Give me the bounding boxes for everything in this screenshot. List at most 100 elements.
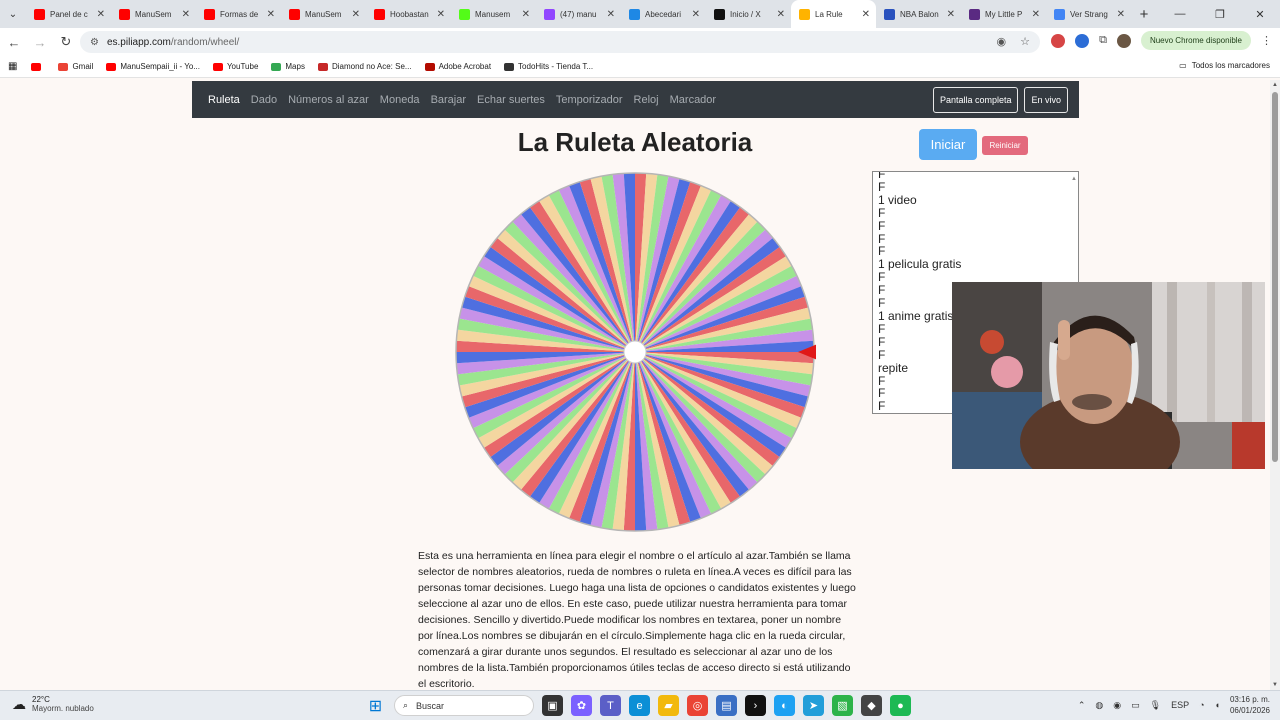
minimize-icon[interactable]: — (1160, 0, 1200, 28)
file-explorer-icon[interactable]: ▰ (658, 695, 679, 716)
close-tab-icon[interactable]: ✕ (947, 9, 955, 20)
tracking-off-icon[interactable]: ◉ (997, 35, 1007, 48)
all-bookmarks[interactable]: ▭ Todos los marcadores (1179, 61, 1270, 70)
name-line: F (878, 205, 886, 220)
restore-icon[interactable]: ❐ (1200, 0, 1240, 28)
browser-tab[interactable]: (47) manu ✕ (536, 0, 621, 28)
nav-link[interactable]: Echar suertes (477, 94, 545, 106)
start-button[interactable]: Iniciar (919, 129, 977, 160)
copilot-icon[interactable]: ✿ (571, 695, 592, 716)
nav-link[interactable]: Moneda (380, 94, 420, 106)
close-tab-icon[interactable]: ✕ (862, 9, 870, 20)
browser-tab[interactable]: Inicio / X ✕ (706, 0, 791, 28)
bookmark-item[interactable]: Maps (271, 62, 305, 71)
system-clock[interactable]: 03:16 p. m. 06/01/2026 (1230, 694, 1270, 716)
edge-icon[interactable]: e (629, 695, 650, 716)
nav-link[interactable]: Marcador (670, 94, 716, 106)
bookmark-item[interactable] (31, 62, 45, 71)
telegram-icon[interactable]: ➤ (803, 695, 824, 716)
app-icon[interactable]: ◆ (861, 695, 882, 716)
close-tab-icon[interactable]: ✕ (352, 9, 360, 20)
chrome-icon[interactable]: ◎ (687, 695, 708, 716)
site-info-icon[interactable]: ⚙ (90, 37, 99, 48)
bookmark-item[interactable]: TodoHits - Tienda T... (504, 62, 593, 71)
app-icon[interactable]: ● (890, 695, 911, 716)
nav-link[interactable]: Reloj (634, 94, 659, 106)
language-indicator[interactable]: ESP (1171, 700, 1189, 710)
page-scrollbar[interactable]: ▲ ▼ (1270, 80, 1280, 690)
extensions-puzzle-icon[interactable]: ⧉ (1099, 34, 1107, 47)
reset-button[interactable]: Reiniciar (982, 136, 1028, 155)
browser-tab[interactable]: ManuSem ✕ (111, 0, 196, 28)
nav-link[interactable]: Dado (251, 94, 277, 106)
tray-chevron-icon[interactable]: ⌃ (1078, 700, 1086, 711)
bookmark-label: Gmail (72, 62, 94, 71)
app-icon[interactable]: ◐ (774, 695, 795, 716)
browser-tab[interactable]: ManuSem ✕ (281, 0, 366, 28)
forward-icon[interactable]: → (28, 30, 52, 54)
calculator-icon[interactable]: ▤ (716, 695, 737, 716)
close-window-icon[interactable]: ✕ (1240, 0, 1280, 28)
extension-icon[interactable] (1051, 33, 1066, 48)
terminal-icon[interactable]: › (745, 695, 766, 716)
nav-link[interactable]: Ruleta (208, 94, 240, 106)
close-tab-icon[interactable]: ✕ (692, 9, 700, 20)
taskbar-search[interactable]: ⌕ Buscar (394, 695, 534, 716)
bookmark-item[interactable]: ManuSempaii_ii - Yo... (106, 62, 200, 71)
close-tab-icon[interactable]: ✕ (607, 9, 615, 20)
close-tab-icon[interactable]: ✕ (97, 9, 105, 20)
weather-widget[interactable]: ☁ 22°C Mayorm. nublado (12, 695, 94, 713)
wifi-icon[interactable]: ◔ (1199, 700, 1204, 710)
close-tab-icon[interactable]: ✕ (1117, 9, 1125, 20)
browser-tab[interactable]: La Rule ✕ (791, 0, 876, 28)
fullscreen-button[interactable]: Pantalla completa (932, 87, 1019, 113)
scrollbar-thumb[interactable] (1272, 92, 1278, 462)
app-icon[interactable]: ▧ (832, 695, 853, 716)
close-tab-icon[interactable]: ✕ (437, 9, 445, 20)
new-tab-button[interactable]: + (1131, 6, 1157, 23)
live-button[interactable]: En vivo (1024, 87, 1068, 113)
task-view-icon[interactable]: ▣ (542, 695, 563, 716)
bookmark-item[interactable]: YouTube (212, 62, 258, 71)
tab-search-icon[interactable]: ⌄ (0, 0, 26, 28)
browser-tab[interactable]: Manusem ✕ (451, 0, 536, 28)
nav-link[interactable]: Barajar (431, 94, 466, 106)
back-icon[interactable]: ← (2, 30, 26, 54)
chrome-update-button[interactable]: Nuevo Chrome disponible (1140, 31, 1251, 50)
windows-start-icon[interactable]: ⊞ (365, 695, 386, 716)
volume-icon[interactable]: ◖ (1215, 700, 1220, 710)
browser-tab[interactable]: Hoobastan ✕ (366, 0, 451, 28)
extension-icon[interactable] (1075, 33, 1090, 48)
tray-app-icon[interactable]: ◍ (1095, 700, 1103, 711)
close-tab-icon[interactable]: ✕ (267, 9, 275, 20)
browser-tab[interactable]: Formas de ✕ (196, 0, 281, 28)
mic-icon[interactable]: 🎙 (1150, 700, 1161, 711)
profile-avatar[interactable] (1116, 33, 1131, 48)
scroll-down-icon[interactable]: ▼ (1272, 682, 1278, 688)
browser-tab[interactable]: My Little P ✕ (961, 0, 1046, 28)
close-tab-icon[interactable]: ✕ (182, 9, 190, 20)
nav-link[interactable]: Números al azar (288, 94, 369, 106)
bookmark-item[interactable]: Gmail (58, 62, 93, 71)
browser-tab[interactable]: NBA Balon ✕ (876, 0, 961, 28)
tray-app-icon[interactable]: ◉ (1113, 700, 1121, 711)
menu-kebab-icon[interactable]: ⋮ (1261, 34, 1272, 47)
bookmark-item[interactable]: Diamond no Ace: Se... (317, 62, 412, 71)
bookmark-star-icon[interactable]: ☆ (1020, 35, 1030, 48)
teams-icon[interactable]: T (600, 695, 621, 716)
close-tab-icon[interactable]: ✕ (777, 9, 785, 20)
browser-tab[interactable]: Ver Strang ✕ (1046, 0, 1131, 28)
browser-tab[interactable]: Panel de c ✕ (26, 0, 111, 28)
apps-grid-icon[interactable]: ▦ (8, 61, 17, 72)
reload-icon[interactable]: ↻ (54, 30, 78, 54)
spin-wheel[interactable] (454, 171, 816, 533)
tray-app-icon[interactable]: ▭ (1131, 700, 1140, 711)
address-bar[interactable]: ⚙ es.piliapp.com/random/wheel/ ◉ ☆ (80, 31, 1040, 53)
nav-link[interactable]: Temporizador (556, 94, 623, 106)
scroll-up-icon[interactable]: ▲ (1272, 82, 1278, 88)
close-tab-icon[interactable]: ✕ (1032, 9, 1040, 20)
bookmark-item[interactable]: Adobe Acrobat (424, 62, 491, 71)
url-path: /random/wheel/ (170, 36, 240, 48)
close-tab-icon[interactable]: ✕ (522, 9, 530, 20)
browser-tab[interactable]: Abecedari ✕ (621, 0, 706, 28)
